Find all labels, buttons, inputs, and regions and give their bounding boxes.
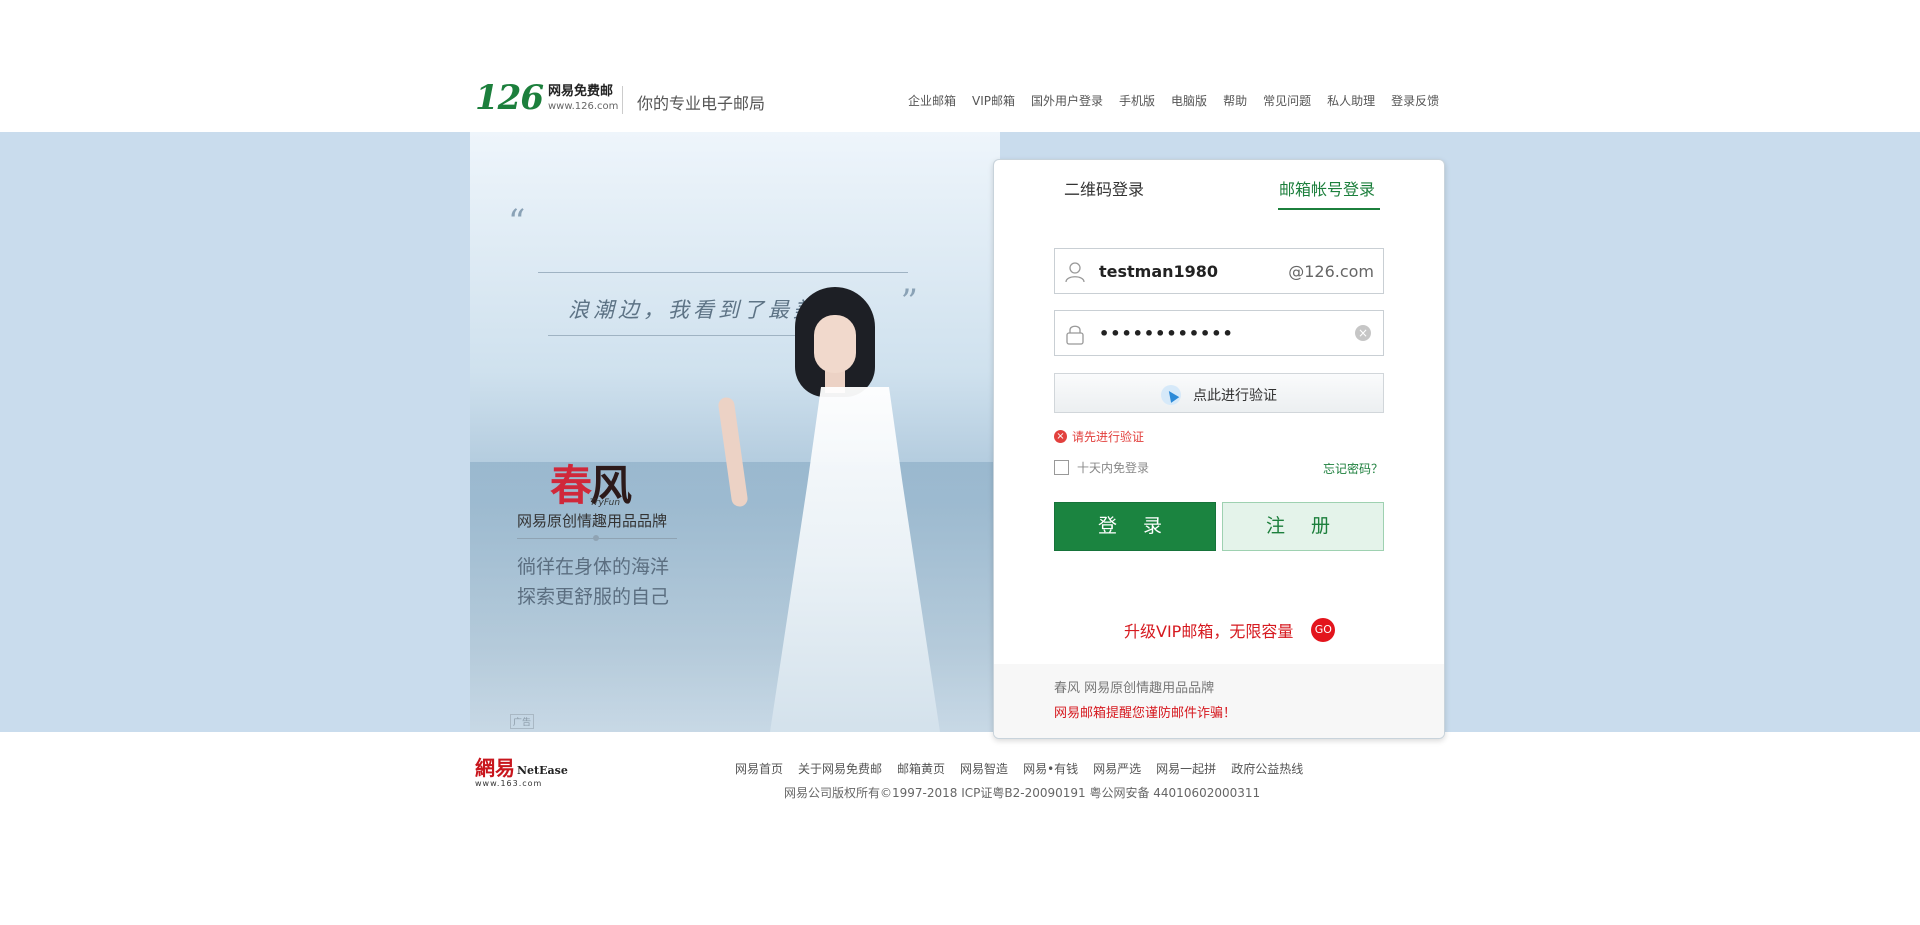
footer-link-hotline[interactable]: 政府公益热线 xyxy=(1231,760,1303,777)
top-nav: 企业邮箱 VIP邮箱 国外用户登录 手机版 电脑版 帮助 常见问题 私人助理 登… xyxy=(908,92,1455,109)
go-badge[interactable]: GO xyxy=(1311,618,1336,642)
brand-en-name: TryFun xyxy=(590,498,621,508)
nav-assistant[interactable]: 私人助理 xyxy=(1327,92,1375,109)
slogan: 你的专业电子邮局 xyxy=(637,94,766,113)
notice-area: 春风 网易原创情趣用品品牌 网易邮箱提醒您谨防邮件诈骗！ xyxy=(994,664,1444,738)
active-tab-indicator xyxy=(1278,208,1380,210)
footer-links: 网易首页 关于网易免费邮 邮箱黄页 网易智造 网易•有钱 网易严选 网易一起拼 … xyxy=(735,760,1318,777)
vip-text: 升级VIP邮箱，无限容量 xyxy=(1124,622,1294,641)
open-quote-icon: “ xyxy=(508,202,526,242)
cursor-icon xyxy=(1161,385,1181,405)
username-field[interactable]: @126.com xyxy=(1054,248,1384,294)
tab-account-login[interactable]: 邮箱帐号登录 xyxy=(1279,176,1375,200)
footer-link-about[interactable]: 关于网易免费邮 xyxy=(798,760,882,777)
notice-fraud-warning[interactable]: 网易邮箱提醒您谨防邮件诈骗！ xyxy=(1054,702,1236,721)
netease-logo-en: NetEase xyxy=(517,764,568,777)
vip-upgrade-link[interactable]: 升级VIP邮箱，无限容量 GO xyxy=(1124,618,1336,642)
clear-icon[interactable]: × xyxy=(1355,325,1371,341)
verify-label: 点此进行验证 xyxy=(1193,388,1277,404)
netease-logo-url: www.163.com xyxy=(475,779,543,788)
logo-divider xyxy=(622,86,623,114)
ad-label: 广告 xyxy=(510,714,535,729)
error-icon: × xyxy=(1054,430,1067,443)
register-button[interactable]: 注 册 xyxy=(1222,502,1384,551)
banner: “ 浪潮边，我看到了最美的你 ” 春风 TryFun 网易原创情趣用品品牌 徜徉… xyxy=(0,132,1920,732)
footer-link-youqian[interactable]: 网易•有钱 xyxy=(1023,760,1078,777)
nav-faq[interactable]: 常见问题 xyxy=(1263,92,1311,109)
footer-link-yiqipin[interactable]: 网易一起拼 xyxy=(1156,760,1216,777)
footer-link-zhizao[interactable]: 网易智造 xyxy=(960,760,1008,777)
nav-mobile[interactable]: 手机版 xyxy=(1119,92,1155,109)
remember-label: 十天内免登录 xyxy=(1077,461,1150,475)
remember-login[interactable]: 十天内免登录 xyxy=(1054,459,1149,476)
site-logo[interactable]: 126 网易免费邮 www.126.com xyxy=(475,80,618,116)
nav-enterprise-mail[interactable]: 企业邮箱 xyxy=(908,92,956,109)
brand-tagline-2: 探索更舒服的自己 xyxy=(517,586,670,608)
logo-url: www.126.com xyxy=(547,100,619,112)
lock-icon xyxy=(1066,325,1084,345)
login-button[interactable]: 登 录 xyxy=(1054,502,1216,551)
username-input[interactable] xyxy=(1099,257,1289,285)
netease-logo[interactable]: 網易 NetEase www.163.com xyxy=(475,757,568,788)
notice-brand[interactable]: 春风 网易原创情趣用品品牌 xyxy=(1054,677,1214,696)
footer-link-yanxuan[interactable]: 网易严选 xyxy=(1093,760,1141,777)
tab-qr-login[interactable]: 二维码登录 xyxy=(1064,176,1144,200)
header: 126 网易免费邮 www.126.com 你的专业电子邮局 企业邮箱 VIP邮… xyxy=(0,0,1920,132)
forgot-password-link[interactable]: 忘记密码？ xyxy=(1323,460,1383,477)
logo-title: 网易免费邮 xyxy=(547,83,613,99)
domain-suffix: @126.com xyxy=(1288,262,1374,281)
error-message: × 请先进行验证 xyxy=(1054,428,1144,445)
copyright: 网易公司版权所有©1997-2018 ICP证粤B2-20090191 粤公网安… xyxy=(784,786,1261,800)
brand-description: 网易原创情趣用品品牌 xyxy=(517,512,668,530)
footer-link-home[interactable]: 网易首页 xyxy=(735,760,783,777)
nav-login-feedback[interactable]: 登录反馈 xyxy=(1391,92,1439,109)
brand-tagline-1: 徜徉在身体的海洋 xyxy=(517,556,670,578)
password-input[interactable] xyxy=(1099,319,1339,347)
logo-number: 126 xyxy=(475,78,544,118)
error-text: 请先进行验证 xyxy=(1072,430,1145,444)
password-field[interactable]: × xyxy=(1054,310,1384,356)
footer-link-yellowpages[interactable]: 邮箱黄页 xyxy=(897,760,945,777)
nav-vip-mail[interactable]: VIP邮箱 xyxy=(972,92,1015,109)
nav-desktop[interactable]: 电脑版 xyxy=(1171,92,1207,109)
nav-overseas-login[interactable]: 国外用户登录 xyxy=(1031,92,1103,109)
login-panel: 二维码登录 邮箱帐号登录 @126.com × 点此进行验证 × 请先进行验证 … xyxy=(993,159,1445,739)
nav-help[interactable]: 帮助 xyxy=(1223,92,1247,109)
user-icon xyxy=(1065,262,1085,283)
model-illustration xyxy=(700,287,990,732)
remember-checkbox[interactable] xyxy=(1054,460,1069,475)
verify-button[interactable]: 点此进行验证 xyxy=(1054,373,1384,413)
